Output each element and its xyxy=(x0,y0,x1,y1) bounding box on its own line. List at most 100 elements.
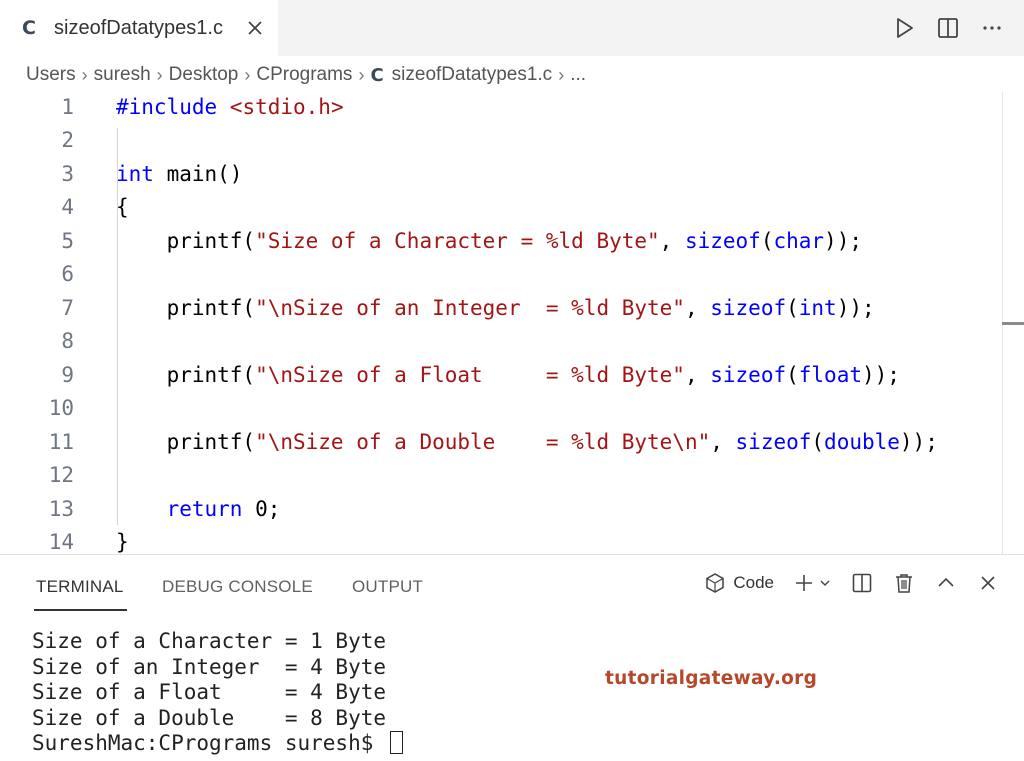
chevron-right-icon: › xyxy=(156,64,163,85)
breadcrumb-item-suresh[interactable]: suresh xyxy=(94,64,151,86)
code-token: printf( xyxy=(116,429,256,454)
code-token: ( xyxy=(760,228,774,253)
code-line[interactable]: 8 xyxy=(0,325,1000,359)
chevron-down-icon[interactable] xyxy=(818,571,832,595)
code-token: } xyxy=(116,530,129,555)
code-line[interactable]: 12 xyxy=(0,459,1000,493)
code-text: #include <stdio.h> xyxy=(116,95,344,119)
chevron-right-icon: › xyxy=(244,64,251,85)
terminal-shell-selector[interactable]: Code xyxy=(703,571,774,595)
indent-guide xyxy=(117,128,118,525)
code-line[interactable]: 10 xyxy=(0,392,1000,426)
code-text: printf("\nSize of a Float = %ld Byte", s… xyxy=(116,363,900,387)
code-line[interactable]: 5 printf("Size of a Character = %ld Byte… xyxy=(0,224,1000,258)
line-number: 9 xyxy=(61,362,74,387)
split-editor-icon[interactable] xyxy=(934,14,962,42)
terminal-shell-icon xyxy=(703,571,727,595)
terminal-line: Size of an Integer = 4 Byte xyxy=(32,654,387,679)
code-line[interactable]: 7 printf("\nSize of an Integer = %ld Byt… xyxy=(0,291,1000,325)
code-token: float xyxy=(798,362,862,387)
terminal-prompt: SureshMac:CPrograms suresh$ xyxy=(32,731,387,755)
terminal-line: Size of a Double = 8 Byte xyxy=(32,705,387,730)
code-text: int main() xyxy=(116,162,242,186)
line-number: 6 xyxy=(61,262,74,287)
shell-label: Code xyxy=(733,573,774,592)
close-icon[interactable] xyxy=(244,17,266,39)
panel-actions: Code xyxy=(703,571,1000,595)
code-token: int xyxy=(798,295,837,320)
scrollbar-cursor-marker xyxy=(1002,322,1024,325)
maximize-panel-icon[interactable] xyxy=(934,571,958,595)
code-token: int xyxy=(116,161,154,186)
code-token: sizeof xyxy=(735,429,812,454)
code-text: printf("\nSize of a Double = %ld Byte\n"… xyxy=(116,430,938,454)
code-line[interactable]: 2 xyxy=(0,124,1000,158)
terminal-prompt-line: SureshMac:CPrograms suresh$ xyxy=(32,731,404,757)
code-token: )); xyxy=(836,295,875,320)
code-line[interactable]: 11 printf("\nSize of a Double = %ld Byte… xyxy=(0,425,1000,459)
code-token: "Size of a Character = %ld Byte" xyxy=(255,228,660,253)
line-number: 4 xyxy=(61,195,74,220)
breadcrumb: Users › suresh › Desktop › CPrograms › C… xyxy=(26,62,586,88)
code-line[interactable]: 9 printf("\nSize of a Float = %ld Byte",… xyxy=(0,358,1000,392)
more-actions-icon[interactable] xyxy=(978,14,1006,42)
add-terminal-icon[interactable] xyxy=(792,571,816,595)
tab-label: sizeofDatatypes1.c xyxy=(54,16,223,39)
code-editor[interactable]: 1 #include <stdio.h> 2 3 int main() 4{5 print… xyxy=(0,90,1024,555)
tab-debug-console[interactable]: DEBUG CONSOLE xyxy=(162,577,313,597)
line-number: 12 xyxy=(48,463,74,488)
breadcrumb-item-file[interactable]: sizeofDatatypes1.c xyxy=(392,64,553,86)
code-token: char xyxy=(773,228,825,253)
code-text: printf("\nSize of an Integer = %ld Byte"… xyxy=(116,296,875,320)
line-number: 8 xyxy=(61,329,74,354)
split-terminal-icon[interactable] xyxy=(850,571,874,595)
editor-tab[interactable]: C sizeofDatatypes1.c xyxy=(0,0,278,56)
code-line[interactable]: 13 return 0; xyxy=(0,492,1000,526)
bottom-panel: TERMINAL DEBUG CONSOLE OUTPUT Code Size … xyxy=(0,554,1024,761)
code-line[interactable]: 3 int main() xyxy=(0,157,1000,191)
breadcrumb-item-users[interactable]: Users xyxy=(26,64,76,86)
code-token: )); xyxy=(899,429,938,454)
c-language-icon: C xyxy=(370,64,384,86)
code-line[interactable]: 4{ xyxy=(0,191,1000,225)
line-number: 5 xyxy=(61,228,74,253)
line-number: 10 xyxy=(48,396,74,421)
code-token: , xyxy=(710,429,736,454)
line-number: 2 xyxy=(61,128,74,153)
code-text: } xyxy=(116,530,129,554)
code-token: , xyxy=(684,295,711,320)
close-panel-icon[interactable] xyxy=(976,571,1000,595)
breadcrumb-ellipsis[interactable]: ... xyxy=(570,64,586,86)
breadcrumb-item-desktop[interactable]: Desktop xyxy=(169,64,239,86)
code-token: , xyxy=(684,362,711,387)
code-token: double xyxy=(824,429,900,454)
code-line[interactable]: 6 xyxy=(0,258,1000,292)
code-token: printf( xyxy=(116,228,256,253)
watermark: tutorialgateway.org xyxy=(605,668,818,689)
code-token: )); xyxy=(824,228,862,253)
terminal-cursor xyxy=(390,731,404,754)
tab-output[interactable]: OUTPUT xyxy=(352,577,423,597)
code-token: #include xyxy=(116,94,230,119)
code-token: return xyxy=(166,496,243,521)
breadcrumb-item-cprograms[interactable]: CPrograms xyxy=(256,64,352,86)
code-token: 0; xyxy=(242,496,281,521)
c-language-icon: C xyxy=(22,17,36,39)
code-token: ( xyxy=(811,429,825,454)
trash-icon[interactable] xyxy=(892,571,916,595)
run-icon[interactable] xyxy=(890,14,918,42)
code-token: )); xyxy=(861,362,900,387)
tab-terminal[interactable]: TERMINAL xyxy=(36,577,124,597)
code-token: "\nSize of a Float = %ld Byte" xyxy=(255,362,685,387)
code-token: sizeof xyxy=(710,295,787,320)
new-terminal-group[interactable] xyxy=(792,571,832,595)
code-token: printf( xyxy=(116,295,256,320)
chevron-right-icon: › xyxy=(558,64,565,85)
code-line[interactable]: 1 #include <stdio.h> xyxy=(0,90,1000,124)
code-token: main() xyxy=(153,161,243,186)
terminal-output[interactable]: Size of a Character = 1 Byte Size of an I… xyxy=(32,629,404,757)
chevron-right-icon: › xyxy=(358,64,365,85)
code-token: <stdio.h> xyxy=(229,94,344,119)
terminal-line: Size of a Character = 1 Byte xyxy=(32,629,387,653)
